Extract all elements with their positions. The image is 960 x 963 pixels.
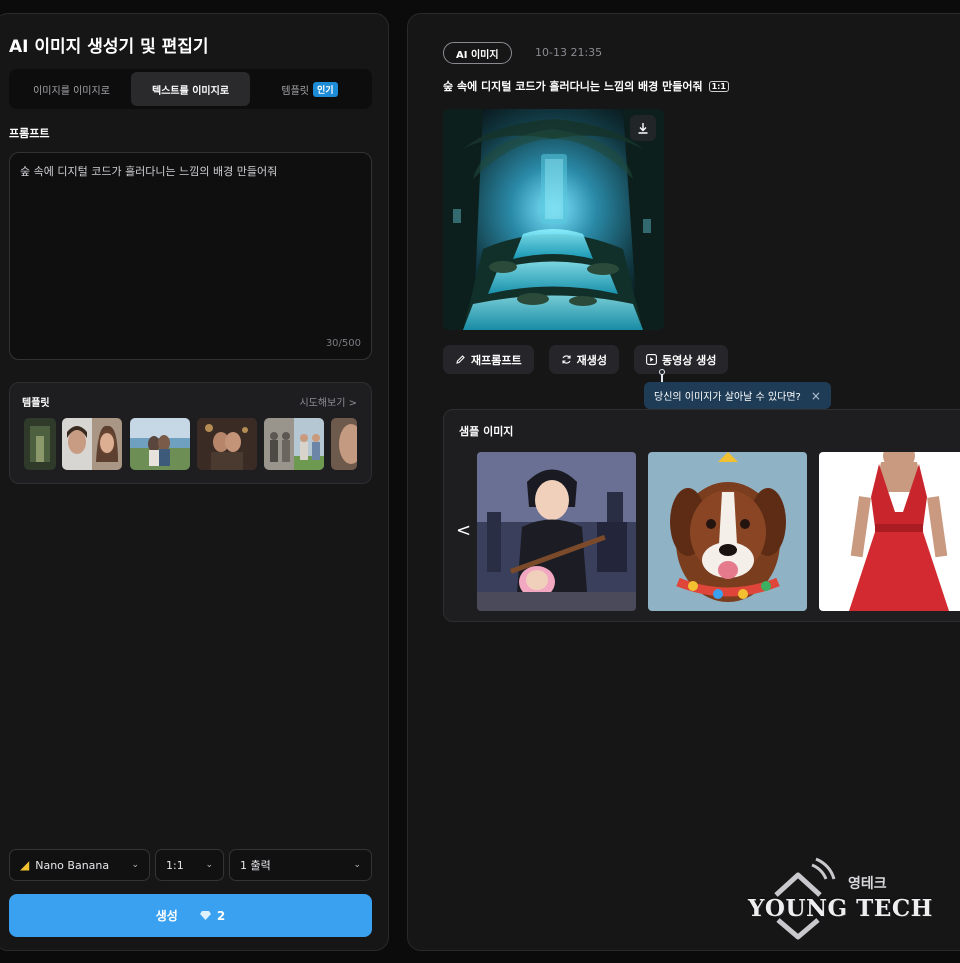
model-select[interactable]: ◢ Nano Banana ⌄	[9, 849, 150, 881]
ratio-select[interactable]: 1:1 ⌄	[155, 849, 224, 881]
regenerate-button[interactable]: 재생성	[548, 345, 619, 374]
prompt-text: 숲 속에 디지털 코드가 흘러다니는 느낌의 배경 만들어줘	[20, 165, 278, 178]
model-select-value: ◢ Nano Banana	[20, 858, 109, 872]
result-prompt: 숲 속에 디지털 코드가 흘러다니는 느낌의 배경 만들어줘 1:1	[443, 78, 729, 94]
sample-dress-image	[819, 452, 960, 611]
diamond-icon	[199, 911, 211, 920]
result-actions: 재프롬프트 재생성 동영상 생성	[443, 345, 729, 374]
banana-icon: ◢	[20, 858, 30, 872]
tooltip-text: 당신의 이미지가 살아날 수 있다면?	[654, 392, 801, 403]
sample-images-section: 샘플 이미지 <	[443, 409, 960, 622]
template-thumb-image	[331, 418, 357, 470]
result-prompt-text: 숲 속에 디지털 코드가 흘러다니는 느낌의 배경 만들어줘	[443, 80, 703, 93]
create-video-button[interactable]: 동영상 생성	[633, 345, 729, 374]
brand-name: YOUNG TECH	[748, 895, 933, 922]
mode-tabs: 이미지를 이미지로 텍스트를 이미지로 템플릿 인기	[9, 69, 372, 109]
refresh-icon	[562, 355, 571, 364]
template-thumb-image	[130, 418, 190, 470]
template-thumb[interactable]	[264, 418, 324, 470]
credit-amount: 2	[216, 908, 226, 923]
tab-templates-label: 템플릿	[281, 85, 310, 97]
template-thumb[interactable]	[197, 418, 257, 470]
chevron-left-icon[interactable]: <	[456, 520, 471, 541]
output-count-select[interactable]: 1 출력 ⌄	[229, 849, 372, 881]
pencil-icon	[456, 355, 465, 364]
brand-korean: 영테크	[848, 876, 887, 892]
template-thumb-image	[62, 418, 122, 470]
sample-image[interactable]	[819, 452, 960, 611]
app-title: AI 이미지 생성기 및 편집기	[9, 37, 209, 57]
generated-image[interactable]	[443, 109, 664, 330]
popular-badge: 인기	[313, 81, 338, 97]
char-count: 30/500	[325, 338, 361, 349]
tab-text-to-image[interactable]: 텍스트를 이미지로	[131, 72, 250, 106]
tab-templates[interactable]: 템플릿 인기	[250, 72, 369, 106]
template-thumb-image	[197, 418, 257, 470]
reprompt-label: 재프롬프트	[471, 353, 522, 367]
brand-watermark: 영테크 YOUNG TECH	[748, 855, 948, 945]
credit-cost: 2	[199, 908, 226, 923]
sample-image[interactable]	[648, 452, 807, 611]
results-panel: AI 이미지 10-13 21:35 숲 속에 디지털 코드가 흘러다니는 느낌…	[407, 13, 960, 951]
result-timestamp: 10-13 21:35	[535, 46, 603, 59]
play-icon	[646, 354, 657, 365]
chevron-down-icon: ⌄	[205, 860, 213, 870]
template-thumb[interactable]	[331, 418, 357, 470]
ai-image-badge: AI 이미지	[443, 42, 512, 64]
template-thumb[interactable]	[62, 418, 122, 470]
generate-label: 생성	[155, 909, 178, 923]
template-section: 템플릿 시도해보기 >	[9, 382, 372, 484]
reprompt-button[interactable]: 재프롬프트	[443, 345, 534, 374]
forest-image	[443, 109, 664, 330]
template-thumb[interactable]	[130, 418, 190, 470]
close-icon[interactable]: ×	[811, 389, 821, 403]
video-tooltip: 당신의 이미지가 살아날 수 있다면? ×	[644, 382, 831, 409]
result-ratio-chip: 1:1	[708, 80, 729, 92]
template-thumb-image	[24, 418, 56, 470]
download-button[interactable]	[630, 115, 656, 141]
sample-dog-image	[648, 452, 807, 611]
ratio-value: 1:1	[166, 858, 184, 872]
sample-image[interactable]	[477, 452, 636, 611]
prompt-textarea[interactable]: 숲 속에 디지털 코드가 흘러다니는 느낌의 배경 만들어줘 30/500	[9, 152, 372, 360]
download-icon	[638, 123, 648, 134]
template-thumb[interactable]	[24, 418, 56, 470]
prompt-label: 프롬프트	[9, 127, 50, 140]
generate-button[interactable]: 생성 2	[9, 894, 372, 937]
template-title: 템플릿	[22, 398, 50, 409]
generator-panel: AI 이미지 생성기 및 편집기 이미지를 이미지로 텍스트를 이미지로 템플릿…	[0, 13, 389, 951]
chevron-down-icon: ⌄	[131, 860, 139, 870]
samples-title: 샘플 이미지	[459, 425, 514, 438]
try-templates-link[interactable]: 시도해보기 >	[299, 394, 357, 409]
generation-options: ◢ Nano Banana ⌄ 1:1 ⌄ 1 출력 ⌄	[9, 849, 372, 881]
tooltip-stem	[661, 374, 663, 382]
create-video-label: 동영상 생성	[661, 353, 717, 367]
chevron-down-icon: ⌄	[353, 860, 361, 870]
model-name: Nano Banana	[35, 858, 110, 872]
sample-anime-image	[477, 452, 636, 611]
output-count-value: 1 출력	[240, 859, 271, 872]
regenerate-label: 재생성	[576, 353, 607, 367]
template-thumb-image	[264, 418, 324, 470]
tab-image-to-image[interactable]: 이미지를 이미지로	[12, 72, 131, 106]
